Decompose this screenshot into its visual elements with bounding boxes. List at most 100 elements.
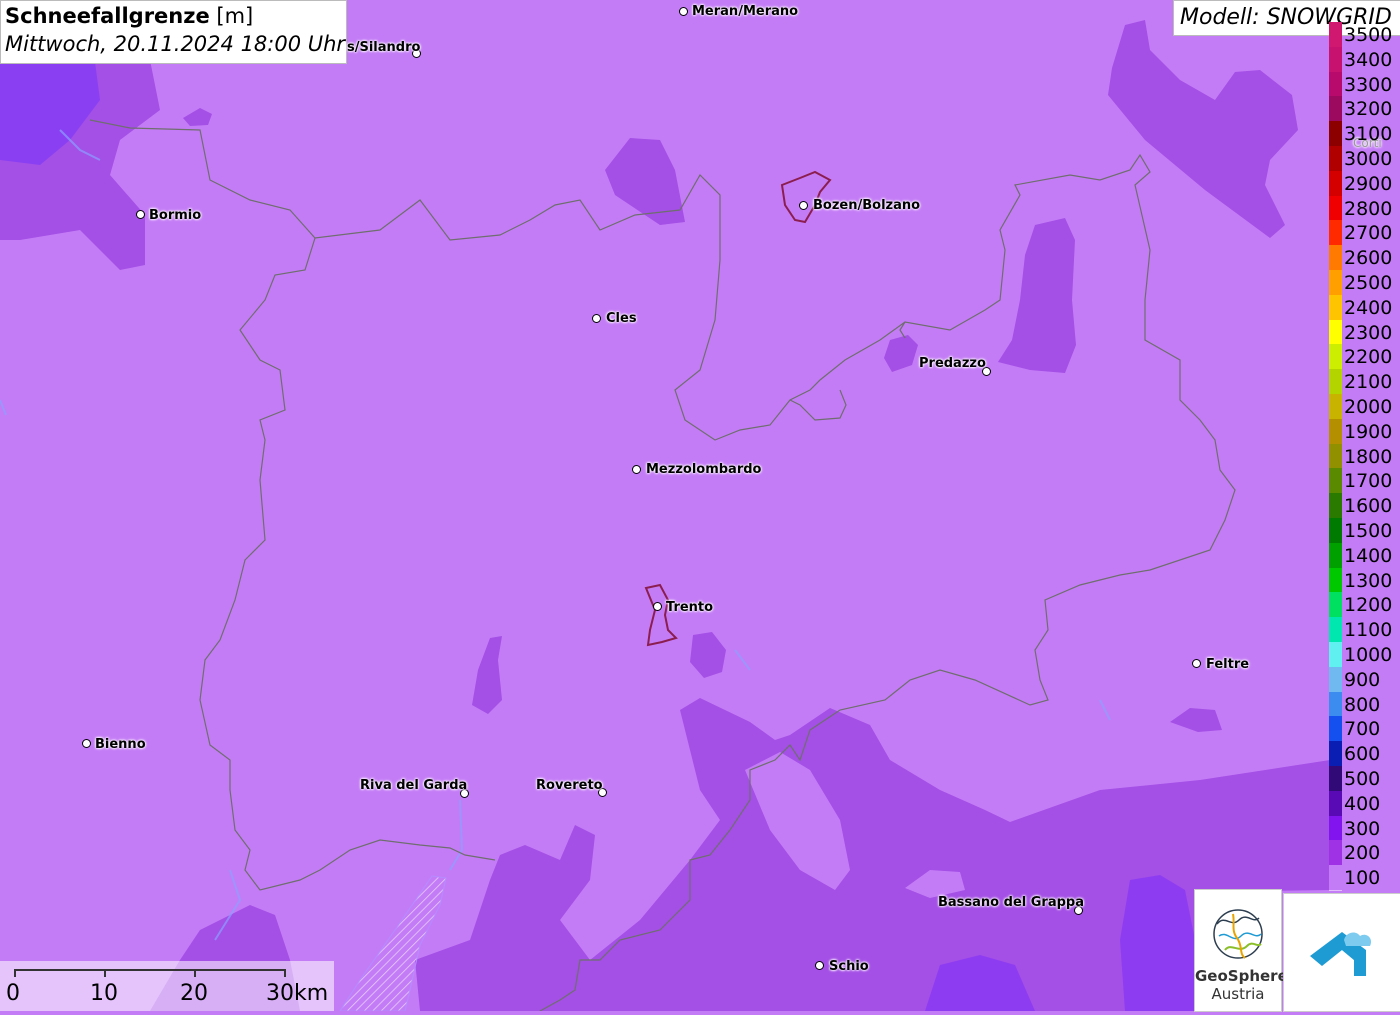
- legend-swatch: [1329, 766, 1342, 792]
- legend-label: 1100: [1344, 619, 1393, 642]
- legend-swatch: [1329, 71, 1342, 98]
- legend-label: 900: [1344, 668, 1381, 691]
- legend-swatch: [1329, 592, 1342, 619]
- legend-swatch: [1329, 146, 1342, 172]
- legend-row: 1900: [1329, 418, 1400, 445]
- legend-swatch: [1329, 741, 1342, 767]
- legend-swatch: [1329, 716, 1342, 743]
- legend-label: 600: [1344, 743, 1381, 766]
- title-panel: Schneefallgrenze [m] Mittwoch, 20.11.202…: [0, 0, 347, 64]
- geosphere-logo-icon: [1213, 909, 1263, 959]
- legend-row: 3400: [1329, 46, 1400, 73]
- city-dot: [799, 201, 808, 210]
- legend-row: 2800: [1329, 195, 1400, 222]
- legend-row: 2700: [1329, 220, 1400, 247]
- city-label-bolzano[interactable]: Bozen/Bolzano: [813, 198, 920, 213]
- legend-row: 3100: [1329, 121, 1400, 147]
- legend-label: 3200: [1344, 98, 1393, 121]
- legend-row: 3300: [1329, 71, 1400, 98]
- city-dot: [592, 314, 601, 323]
- legend-row: 900: [1329, 666, 1400, 693]
- city-dot: [1192, 659, 1201, 668]
- city-label-trento[interactable]: Trento: [666, 600, 713, 615]
- legend-swatch: [1329, 96, 1342, 123]
- scale-label-30km: 30km: [266, 981, 329, 1006]
- legend-label: 1900: [1344, 420, 1393, 443]
- legend-swatch: [1329, 245, 1342, 271]
- snowline-map[interactable]: [0, 0, 1400, 1011]
- geosphere-name: GeoSphere: [1195, 967, 1288, 985]
- legend-row: 3500: [1329, 22, 1400, 48]
- legend-row: 300: [1329, 815, 1400, 842]
- city-label-rovereto[interactable]: Rovereto: [536, 778, 603, 793]
- legend-swatch: [1329, 195, 1342, 222]
- legend-label: 3100: [1344, 123, 1393, 146]
- legend-row: 3200: [1329, 96, 1400, 123]
- legend-row: 1100: [1329, 617, 1400, 643]
- legend-label: 1000: [1344, 644, 1393, 666]
- legend-label: 2800: [1344, 197, 1393, 220]
- city-label-riva[interactable]: Riva del Garda: [360, 778, 467, 793]
- legend-label: 1800: [1344, 445, 1393, 468]
- city-label-bormio[interactable]: Bormio: [149, 208, 201, 223]
- color-legend: 3500 3400 3300 3200 3100 3000 2900 2800 2700 2600…: [1329, 22, 1400, 891]
- cloud-arrow-icon: [1310, 932, 1372, 976]
- city-label-predazzo[interactable]: Predazzo: [919, 356, 986, 371]
- city-label-meran[interactable]: Meran/Merano: [692, 4, 798, 19]
- legend-label: 3400: [1344, 48, 1393, 71]
- map-datetime: Mittwoch, 20.11.2024 18:00 Uhr: [5, 32, 346, 56]
- city-label-mezzolombardo[interactable]: Mezzolombardo: [646, 462, 761, 477]
- legend-swatch: [1329, 815, 1342, 842]
- city-label-feltre[interactable]: Feltre: [1206, 657, 1249, 672]
- legend-swatch: [1329, 790, 1342, 817]
- legend-row: 2900: [1329, 170, 1400, 197]
- legend-swatch: [1329, 394, 1342, 420]
- scale-tick: [194, 969, 196, 977]
- scale-bar: 0 10 20 30km: [0, 961, 334, 1011]
- city-dot: [632, 465, 641, 474]
- map-title-unit: [m]: [216, 4, 254, 28]
- scale-tick: [104, 969, 106, 977]
- geosphere-logo[interactable]: GeoSphere Austria: [1194, 889, 1288, 1012]
- legend-label: 1700: [1344, 470, 1393, 493]
- legend-row: 1600: [1329, 493, 1400, 519]
- legend-swatch: [1329, 443, 1342, 470]
- legend-label: 800: [1344, 693, 1381, 716]
- city-label-bienno[interactable]: Bienno: [95, 737, 146, 752]
- legend-label: 2700: [1344, 222, 1393, 245]
- scale-line: [14, 969, 284, 971]
- legend-label: 2200: [1344, 346, 1393, 369]
- legend-row: 700: [1329, 716, 1400, 743]
- legend-row: 2400: [1329, 294, 1400, 321]
- city-label-bassano[interactable]: Bassano del Grappa: [938, 895, 1084, 910]
- legend-row: 500: [1329, 766, 1400, 792]
- city-label-cles[interactable]: Cles: [606, 311, 637, 326]
- legend-swatch: [1329, 46, 1342, 73]
- city-dot: [815, 961, 824, 970]
- legend-swatch: [1329, 518, 1342, 544]
- legend-swatch: [1329, 170, 1342, 197]
- legend-row: 1000: [1329, 642, 1400, 668]
- legend-swatch: [1329, 369, 1342, 395]
- legend-label: 500: [1344, 768, 1381, 790]
- legend-swatch: [1329, 468, 1342, 495]
- scale-label-0: 0: [6, 981, 20, 1006]
- legend-row: 2000: [1329, 394, 1400, 420]
- city-label-silandro[interactable]: s/Silandro: [347, 40, 420, 55]
- geosphere-sub: Austria: [1211, 985, 1265, 1003]
- zone-300-south: [1120, 875, 1195, 1011]
- legend-row: 2200: [1329, 344, 1400, 371]
- legend-row: 100: [1329, 865, 1400, 891]
- legend-swatch: [1329, 22, 1342, 48]
- legend-row: 2500: [1329, 270, 1400, 296]
- city-dot: [679, 7, 688, 16]
- legend-label: 2100: [1344, 371, 1393, 394]
- legend-label: 2500: [1344, 272, 1393, 294]
- legend-row: 2100: [1329, 369, 1400, 395]
- legend-row: 1300: [1329, 567, 1400, 594]
- legend-swatch: [1329, 567, 1342, 594]
- city-label-schio[interactable]: Schio: [829, 959, 869, 974]
- scale-tick: [14, 969, 16, 977]
- app-logo[interactable]: [1283, 893, 1400, 1012]
- legend-swatch: [1329, 542, 1342, 569]
